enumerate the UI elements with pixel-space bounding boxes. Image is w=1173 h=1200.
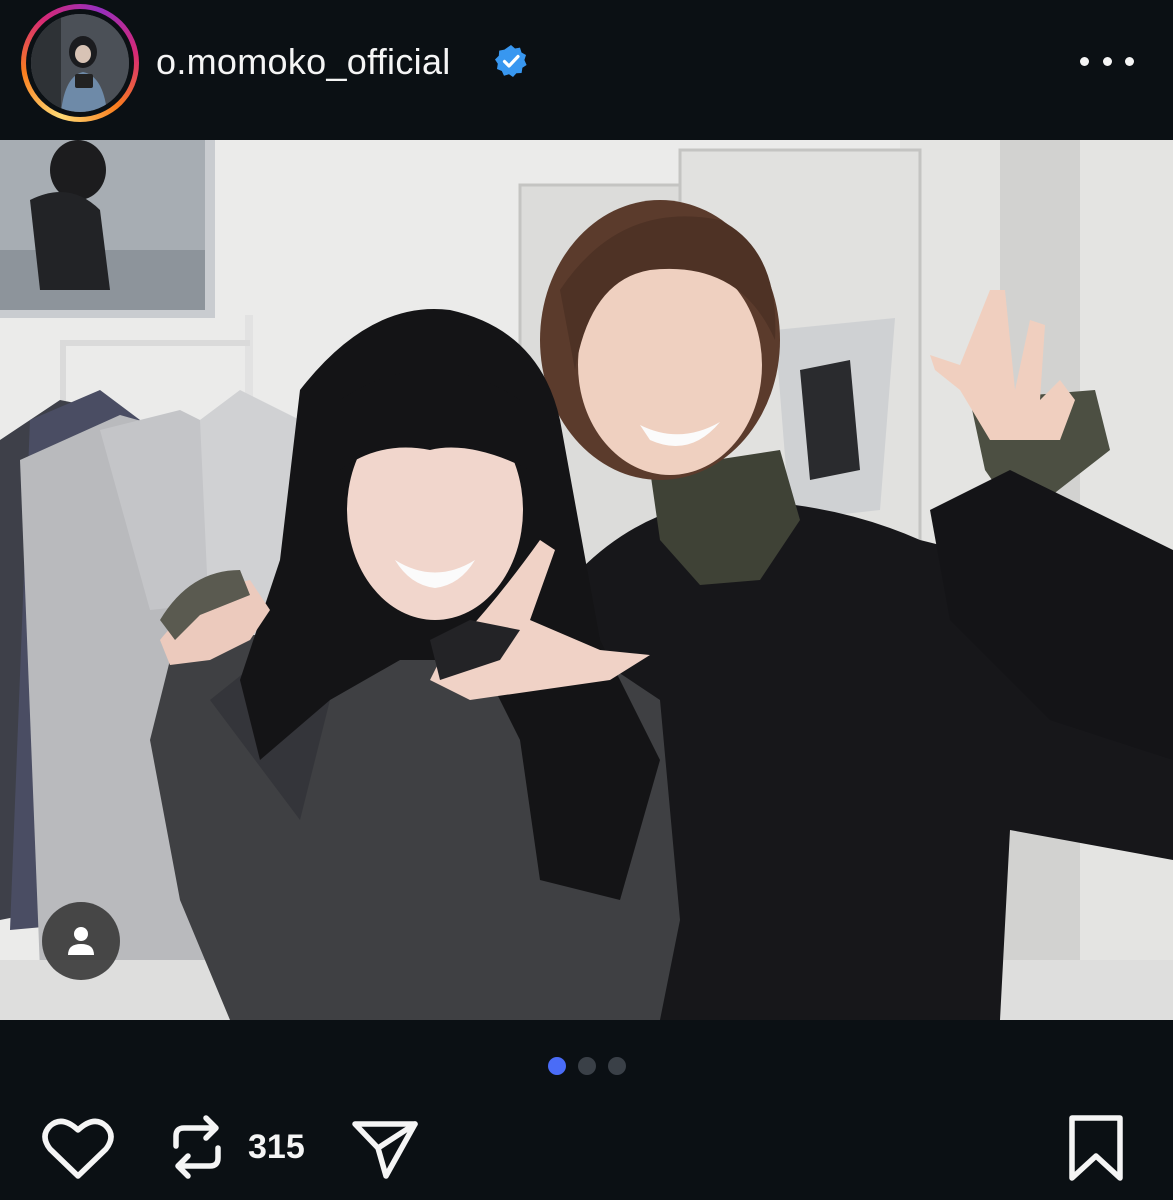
avatar[interactable] — [31, 14, 129, 112]
more-dot — [1125, 56, 1134, 66]
more-dot — [1102, 56, 1112, 66]
carousel-dot-active — [547, 1057, 566, 1075]
repost-count: 315 — [248, 1128, 305, 1166]
more-dot — [1080, 56, 1089, 66]
post-header: o.momoko_official — [0, 0, 1173, 140]
avatar-frame — [26, 9, 134, 117]
bookmark-icon[interactable] — [1066, 1114, 1126, 1184]
photo-scene — [0, 140, 1173, 1020]
username[interactable]: o.momoko_official — [156, 40, 451, 84]
avatar-photo — [31, 14, 129, 112]
action-bar — [0, 1108, 1173, 1188]
carousel-indicator — [0, 1056, 1173, 1076]
carousel-dot — [607, 1057, 626, 1075]
story-ring[interactable] — [21, 4, 139, 122]
post-photo[interactable] — [0, 140, 1173, 1020]
repost-icon[interactable] — [166, 1112, 228, 1182]
heart-icon[interactable] — [42, 1116, 114, 1182]
more-options-button[interactable] — [1080, 44, 1134, 78]
verified-badge-icon — [495, 45, 527, 77]
user-tag-button[interactable] — [42, 902, 120, 980]
send-icon[interactable] — [350, 1116, 420, 1182]
user-tag-icon — [68, 927, 94, 955]
carousel-dot — [577, 1057, 596, 1075]
